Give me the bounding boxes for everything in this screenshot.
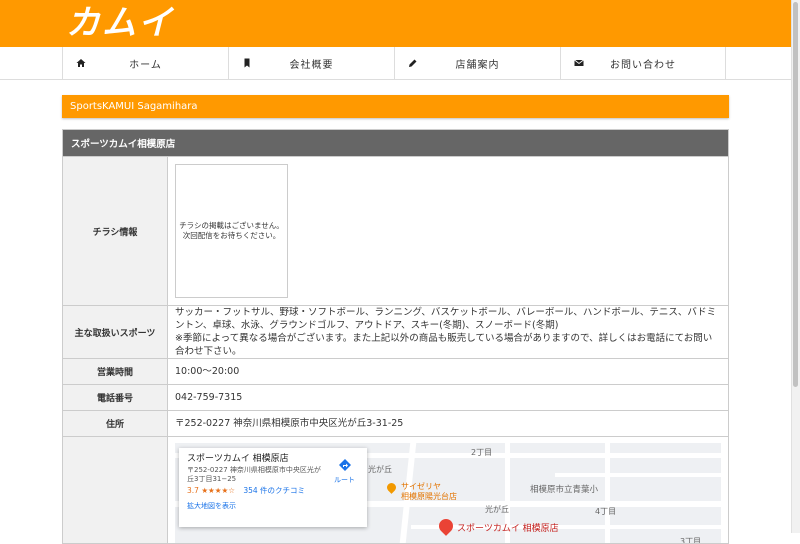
flyer-placeholder: チラシの掲載はございません。 次回配信をお待ちください。 xyxy=(175,164,288,298)
pencil-icon xyxy=(408,58,418,68)
nav-item-home[interactable]: ホーム xyxy=(62,47,228,80)
site-logo[interactable]: カムイ xyxy=(66,4,174,42)
sports-list: サッカー・フットサル、野球・ソフトボール、ランニング、バスケットボール、バレーボ… xyxy=(175,307,717,331)
map-label-2choume: 2丁目 xyxy=(471,448,493,457)
sports-note: ※季節によって異なる場合がございます。また上記以外の商品も販売している場合があり… xyxy=(175,333,713,357)
phone-value[interactable]: 042-759-7315 xyxy=(167,384,729,411)
phone-label: 電話番号 xyxy=(62,384,168,411)
address-label: 住所 xyxy=(62,410,168,437)
map-label-cell xyxy=(62,436,168,544)
site-header: カムイ xyxy=(0,0,791,47)
review-count-link[interactable]: 354 件のクチコミ xyxy=(243,486,305,495)
map-card-address: 〒252-0227 神奈川県相模原市中央区光が丘3丁目31−25 xyxy=(187,466,321,483)
map-pin-label: スポーツカムイ 相模原店 xyxy=(457,524,559,534)
flyer-text-line2: 次回配信をお待ちください。 xyxy=(182,231,281,240)
nav-item-stores[interactable]: 店舗案内 xyxy=(394,47,560,80)
home-icon xyxy=(76,58,86,68)
scrollbar-thumb[interactable] xyxy=(793,2,798,387)
enlarge-map-link[interactable]: 拡大地図を表示 xyxy=(187,501,359,511)
map-label-school: 相模原市立青葉小 xyxy=(530,485,599,495)
nav-label-home: ホーム xyxy=(129,60,162,71)
store-name-header: スポーツカムイ相模原店 xyxy=(62,129,729,157)
bookmark-icon xyxy=(242,58,252,68)
map-label-3choume: 3丁目 xyxy=(680,537,702,543)
map-label-hikarigaoka: 光が丘 xyxy=(368,465,392,474)
hours-value: 10:00〜20:00 xyxy=(167,358,729,385)
map-label-saizeriya-branch: 相模原陽光台店 xyxy=(401,492,457,501)
nav-label-company: 会社概要 xyxy=(289,60,334,71)
rating-value: 3.7 xyxy=(187,486,199,495)
route-button[interactable]: ルート xyxy=(334,458,355,485)
map-cell: 光が丘 2丁目 相模原市立青葉小 サイゼリヤ 相模原陽光台店 光が丘 4丁目 3… xyxy=(167,436,729,544)
rating-stars-icon: ★★★★☆ xyxy=(201,486,235,495)
page-title: SportsKAMUI Sagamihara xyxy=(62,95,729,118)
restaurant-pin-icon[interactable] xyxy=(385,481,398,494)
nav-item-company[interactable]: 会社概要 xyxy=(228,47,394,80)
nav-label-contact: お問い合わせ xyxy=(610,60,676,71)
map-card-rating: 3.7 ★★★★☆ 354 件のクチコミ xyxy=(187,486,359,496)
main-nav: ホーム 会社概要 店舗案内 お問い合わせ xyxy=(0,47,791,80)
hours-label: 営業時間 xyxy=(62,358,168,385)
map-road xyxy=(555,473,721,477)
directions-icon xyxy=(334,458,355,475)
route-label: ルート xyxy=(334,476,355,484)
store-info-table: スポーツカムイ相模原店 チラシ情報 チラシの掲載はございません。 次回配信をお待… xyxy=(62,129,729,544)
sports-label: 主な取扱いスポーツ xyxy=(62,305,168,359)
flyer-text-line1: チラシの掲載はございません。 xyxy=(179,221,284,230)
nav-label-stores: 店舗案内 xyxy=(455,60,500,71)
envelope-icon xyxy=(574,58,584,68)
nav-item-contact[interactable]: お問い合わせ xyxy=(560,47,726,80)
sports-cell: サッカー・フットサル、野球・ソフトボール、ランニング、バスケットボール、バレーボ… xyxy=(167,305,729,359)
flyer-cell: チラシの掲載はございません。 次回配信をお待ちください。 xyxy=(167,156,729,306)
embedded-map[interactable]: 光が丘 2丁目 相模原市立青葉小 サイゼリヤ 相模原陽光台店 光が丘 4丁目 3… xyxy=(175,443,721,543)
map-info-card: スポーツカムイ 相模原店 〒252-0227 神奈川県相模原市中央区光が丘3丁目… xyxy=(179,448,367,527)
map-label-4choume: 4丁目 xyxy=(595,507,617,516)
address-value: 〒252-0227 神奈川県相模原市中央区光が丘3-31-25 xyxy=(167,410,729,437)
map-label-hikarigaoka-2: 光が丘 xyxy=(485,505,509,514)
flyer-label: チラシ情報 xyxy=(62,156,168,306)
